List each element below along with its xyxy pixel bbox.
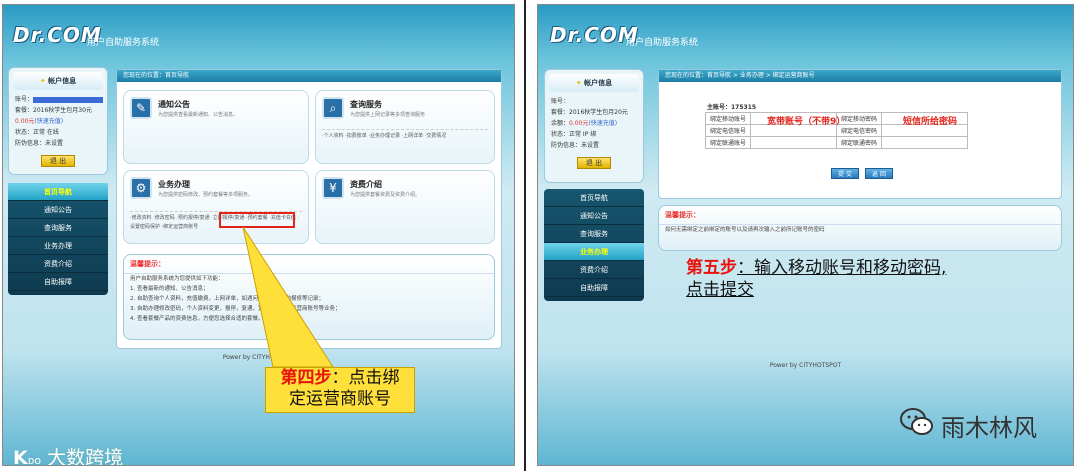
nav-fees[interactable]: 资费介绍 xyxy=(8,255,108,273)
table-row: 绑定联通账号 绑定联通密码 xyxy=(704,136,969,149)
search-icon: ⌕ xyxy=(322,97,344,119)
annotation-password: 短信所给密码 xyxy=(903,117,958,127)
tips-box: 温馨提示： 如何无需绑定之前绑定的账号以及请再次输入之前所记账号的密码 xyxy=(658,205,1062,251)
back-button[interactable]: 返 回 xyxy=(865,168,893,179)
submit-button[interactable]: 提 交 xyxy=(831,168,859,179)
balance-row: 0.00元(快速充值) xyxy=(15,118,64,125)
side-nav: 首页导航 通知公告 查询服务 业务办理 资费介绍 自助报障 xyxy=(544,189,644,301)
package-row: 套餐：2016秋学生包月30元 xyxy=(15,107,92,114)
nav-business[interactable]: 业务办理 xyxy=(8,237,108,255)
nav-query[interactable]: 查询服务 xyxy=(544,225,644,243)
wechat-icon xyxy=(900,408,933,435)
main-account-label: 主账号：175315 xyxy=(707,104,757,111)
exit-button[interactable]: 退 出 xyxy=(41,155,75,167)
account-info-card: ✦ 帐户信息 账号： 套餐：2016秋学生包月20元 余额：0.00元(快速充值… xyxy=(544,69,644,183)
tip-line: 如何无需绑定之前绑定的账号以及请再次输入之前所记账号的密码 xyxy=(665,227,825,233)
status-row: 状态：正常 IP 绑 xyxy=(551,131,597,138)
panel-divider xyxy=(524,0,526,471)
gear-icon: ⚙ xyxy=(130,177,152,199)
highlight-box xyxy=(219,212,295,228)
star-icon: ✦ xyxy=(39,77,46,85)
balance-row: 余额：0.00元(快速充值) xyxy=(551,120,618,127)
account-info-card: ✦ 帐户信息 账号： 套餐：2016秋学生包月30元 0.00元(快速充值) 状… xyxy=(8,67,108,175)
package-row: 套餐：2016秋学生包月20元 xyxy=(551,109,628,116)
nav-report[interactable]: 自助报障 xyxy=(8,273,108,291)
right-watermark: 雨木林风 xyxy=(941,414,1037,442)
system-title: 用户自助服务系统 xyxy=(626,38,699,48)
service-title: 业务办理 xyxy=(158,180,190,189)
service-links[interactable]: ·个人资料 ·扣费账单 ·业务办理记录 ·上网详单 ·交费情况 xyxy=(322,129,488,141)
nav-home[interactable]: 首页导航 xyxy=(8,183,108,201)
service-title: 资费介绍 xyxy=(350,180,382,189)
exit-button[interactable]: 退 出 xyxy=(577,157,611,169)
side-nav: 首页导航 通知公告 查询服务 业务办理 资费介绍 自助报障 xyxy=(8,183,108,295)
bind-form-panel: 您现在的位置：首页导航 > 业务办理 > 绑定运营商账号 主账号：175315 … xyxy=(658,69,1062,199)
service-desc: 为您提供密码修改、预约套餐等多项服务。 xyxy=(158,192,254,198)
nav-notices[interactable]: 通知公告 xyxy=(544,207,644,225)
redacted-account-bar xyxy=(33,96,104,103)
nav-notices[interactable]: 通知公告 xyxy=(8,201,108,219)
annotation-account: 宽带账号（不带9） xyxy=(767,117,846,127)
star-icon: ✦ xyxy=(575,79,582,87)
mobile-account-label: 绑定移动账号 xyxy=(704,112,752,125)
account-row: 账号： xyxy=(9,94,107,105)
breadcrumb: 您现在的位置：首页导航 xyxy=(117,70,501,82)
unicom-password-label: 绑定联通密码 xyxy=(836,136,883,149)
breadcrumb: 您现在的位置：首页导航 > 业务办理 > 绑定运营商账号 xyxy=(659,70,1061,82)
left-watermark: Kᴅᴏ 大数跨境 xyxy=(13,447,124,466)
step5-instruction: 第五步：输入移动账号和移动密码, 点击提交 xyxy=(686,258,947,300)
pencil-icon: ✎ xyxy=(130,97,152,119)
service-title: 查询服务 xyxy=(350,100,382,109)
tips-title: 温馨提示： xyxy=(659,206,1061,225)
account-info-header: ✦ 帐户信息 xyxy=(13,72,103,90)
service-title: 通知公告 xyxy=(158,100,190,109)
telecom-account-label: 绑定电信账号 xyxy=(704,124,752,137)
account-row: 账号： xyxy=(551,98,570,105)
step4-callout: 第四步：点击绑 定运营商账号 xyxy=(265,367,415,413)
account-info-header: ✦ 帐户信息 xyxy=(549,74,639,92)
unicom-account-input[interactable] xyxy=(750,136,838,149)
left-screenshot-panel: Dr.COM 用户自助服务系统 ✦ 帐户信息 账号： 套餐：2016秋学生包月3… xyxy=(2,4,515,466)
nav-report[interactable]: 自助报障 xyxy=(544,279,644,297)
nav-fees[interactable]: 资费介绍 xyxy=(544,261,644,279)
anti-fake-row: 防伪信息：未设置 xyxy=(551,142,600,149)
unicom-password-input[interactable] xyxy=(881,136,969,149)
anti-fake-row: 防伪信息：未设置 xyxy=(15,140,64,147)
nav-query[interactable]: 查询服务 xyxy=(8,219,108,237)
yen-icon: ¥ xyxy=(322,177,344,199)
service-desc: 为您提供查看最新通知、公告消息。 xyxy=(158,112,239,118)
service-card-notices[interactable]: ✎ 通知公告 为您提供查看最新通知、公告消息。 xyxy=(123,90,309,164)
unicom-account-label: 绑定联通账号 xyxy=(704,136,752,149)
callout-pointer-arrow xyxy=(242,227,334,368)
nav-home[interactable]: 首页导航 xyxy=(544,189,644,207)
nav-business[interactable]: 业务办理 xyxy=(544,243,644,261)
service-desc: 为您提供套餐资费及资费介绍。 xyxy=(350,192,421,198)
service-card-query[interactable]: ⌕ 查询服务 为您提供上网记录等多项查询服务 ·个人资料 ·扣费账单 ·业务办理… xyxy=(315,90,495,164)
service-desc: 为您提供上网记录等多项查询服务 xyxy=(350,112,426,118)
status-row: 状态：正常 在线 xyxy=(15,129,59,136)
footer: Power by CITYHOTSPOT xyxy=(769,362,842,369)
system-title: 用户自助服务系统 xyxy=(87,38,160,48)
right-screenshot-panel: Dr.COM 用户自助服务系统 ✦ 帐户信息 账号： 套餐：2016秋学生包月2… xyxy=(537,4,1074,466)
